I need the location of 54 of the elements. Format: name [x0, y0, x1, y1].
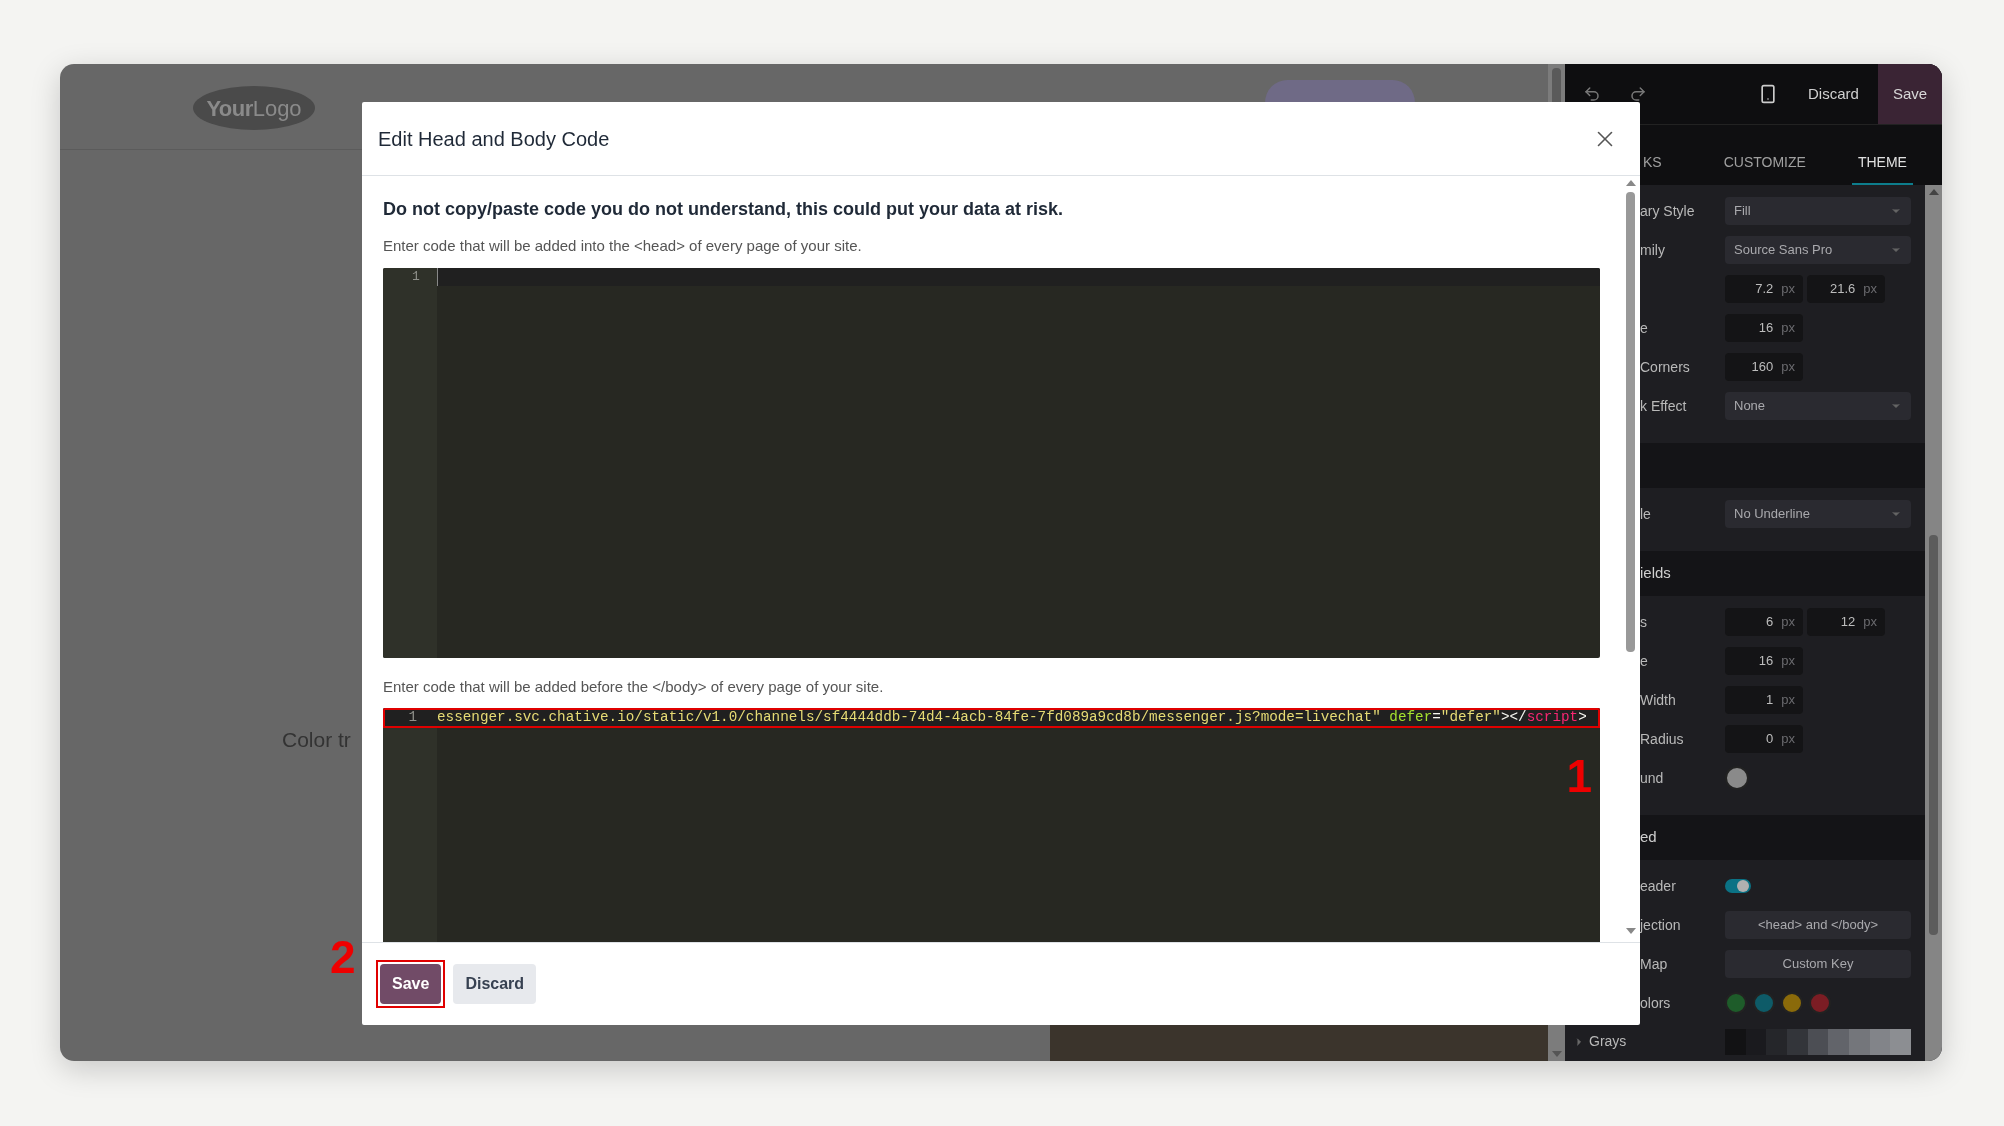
select-field[interactable]: Source Sans Pro: [1725, 235, 1911, 264]
setting-label: jection: [1640, 916, 1681, 933]
number-field[interactable]: 0 px: [1725, 724, 1803, 753]
setting-label: Map: [1640, 955, 1668, 972]
field-label: Enter code that will be added before the </body> of every page of your site.: [383, 676, 885, 697]
setting-label: k Effect: [1640, 397, 1687, 414]
setting-label: Radius: [1640, 730, 1684, 747]
panel-tab[interactable]: THEME: [1851, 141, 1913, 185]
save-button[interactable]: Save: [380, 964, 442, 1004]
color-swatch[interactable]: [1725, 765, 1749, 790]
select-field[interactable]: No Underline: [1725, 499, 1911, 528]
number-field[interactable]: 16 px: [1725, 646, 1803, 675]
warning-text: Do not copy/paste code you do not understand, this could put your data at risk.: [383, 198, 1065, 221]
code-editor[interactable]: 1: [383, 267, 1600, 658]
section-title: ed: [1640, 827, 1657, 848]
setting-label: und: [1640, 769, 1664, 786]
setting-label: Corners: [1640, 358, 1690, 375]
setting-label: Grays: [1589, 1032, 1627, 1051]
panel-tab[interactable]: KS: [1637, 141, 1668, 185]
discard-button[interactable]: Discard: [1798, 64, 1869, 124]
setting-label: ary Style: [1640, 202, 1695, 219]
save-button[interactable]: Save: [1878, 64, 1942, 124]
setting-label: s: [1640, 613, 1647, 630]
setting-label: eader: [1640, 877, 1676, 894]
annotation-number: 2: [330, 934, 356, 980]
option-button[interactable]: <head> and </body>: [1725, 910, 1911, 939]
setting-label: olors: [1640, 994, 1671, 1011]
setting-label: mily: [1640, 241, 1665, 258]
annotation-number: 1: [1566, 753, 1592, 799]
setting-label: le: [1640, 505, 1651, 522]
select-field[interactable]: None: [1725, 391, 1911, 420]
number-field[interactable]: 1 px: [1725, 685, 1803, 714]
setting-label: e: [1640, 319, 1648, 336]
discard-button[interactable]: Discard: [453, 964, 537, 1004]
panel-tab[interactable]: CUSTOMIZE: [1717, 141, 1812, 185]
number-field[interactable]: 160 px: [1725, 352, 1803, 381]
section-title: ields: [1640, 563, 1671, 584]
code-editor[interactable]: 1 essenger.svc.chative.io/static/v1.0/channels/sf4444ddb-74d4-4acb-84fe-7fd089a9cd8b/messenger.js?mode=livechat" defer="defer"></script> 1: [383, 708, 1600, 942]
setting-label: e: [1640, 652, 1648, 669]
option-button[interactable]: Custom Key: [1725, 949, 1911, 978]
mobile-preview-icon[interactable]: [1758, 84, 1778, 104]
number-field[interactable]: 12 px: [1807, 607, 1885, 636]
redo-icon[interactable]: [1629, 85, 1647, 103]
number-field[interactable]: 6 px: [1725, 607, 1803, 636]
undo-icon[interactable]: [1583, 85, 1601, 103]
number-field[interactable]: 16 px: [1725, 313, 1803, 342]
dialog-title: Edit Head and Body Code: [378, 126, 610, 152]
number-field[interactable]: 7.2 px: [1725, 274, 1803, 303]
line-number: 1: [411, 267, 420, 286]
toggle-switch[interactable]: [1725, 878, 1751, 893]
field-label: Enter code that will be added into the <head> of every page of your site.: [383, 236, 863, 256]
setting-label: Width: [1640, 691, 1676, 708]
select-field[interactable]: Fill: [1725, 196, 1911, 225]
number-field[interactable]: 21.6 px: [1807, 274, 1885, 303]
